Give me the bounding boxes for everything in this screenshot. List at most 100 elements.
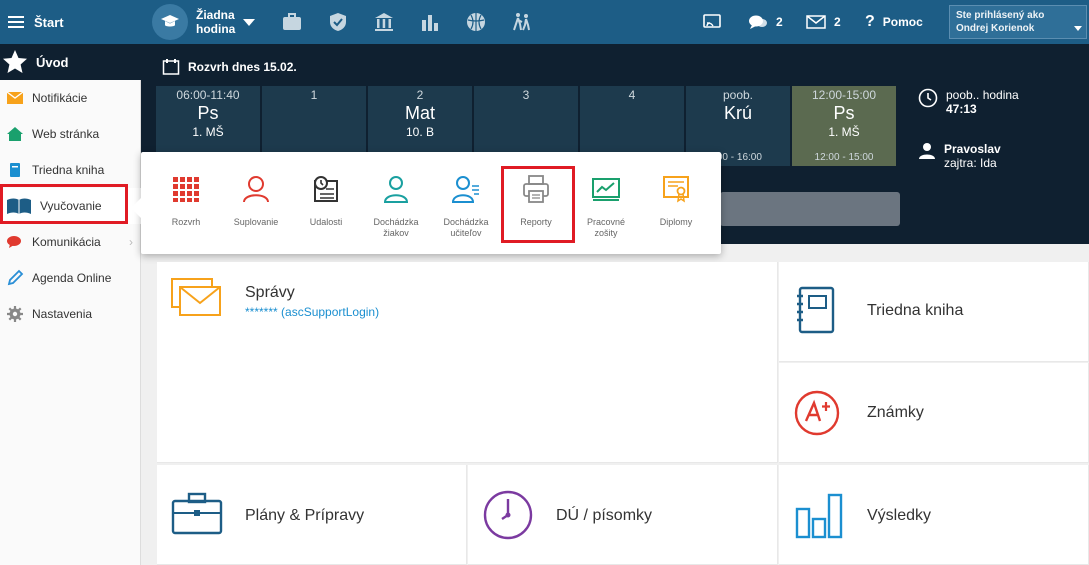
slot-time: 3 [522, 88, 530, 102]
home-icon [7, 127, 23, 141]
submenu-label: Pracovné [586, 217, 626, 227]
top-bar: Štart Žiadna hodina 2 2 ? Pomoc Ste prih… [0, 0, 1089, 44]
sidebar-item-web[interactable]: Web stránka [0, 116, 141, 152]
submenu-workbooks[interactable]: Pracovné zošity [571, 174, 641, 239]
printer-icon [523, 175, 549, 203]
tile-plans-title: Plány & Prípravy [245, 507, 365, 524]
tile-homework-title: DÚ / písomky [556, 507, 653, 524]
sidebar-item-notifications[interactable]: Notifikácie [0, 80, 141, 116]
submenu-timetable[interactable]: Rozvrh [151, 174, 221, 228]
submenu-label: Dochádzka [373, 217, 419, 227]
sidebar-item-class-book[interactable]: Triedna kniha [0, 152, 141, 188]
help-button[interactable]: ? Pomoc [865, 0, 923, 44]
slot-time: 2 [416, 88, 424, 102]
sidebar: Úvod Notifikácie Web stránka Triedna kni… [0, 44, 141, 565]
sidebar-item-communication[interactable]: Komunikácia › [0, 224, 141, 260]
hamburger-icon [8, 16, 24, 28]
submenu-label: Rozvrh [171, 217, 201, 227]
slot-subject: Mat [404, 103, 435, 123]
briefcase-icon[interactable] [281, 11, 303, 33]
submenu-substitution[interactable]: Suplovanie [221, 174, 291, 228]
tile-class-book[interactable]: Triedna kniha [779, 262, 1089, 362]
tile-homework[interactable]: DÚ / písomky [468, 465, 778, 565]
slot-class: 1. MŠ [192, 125, 224, 139]
sidebar-item-label: Notifikácie [32, 91, 88, 105]
tile-results[interactable]: Výsledky [779, 465, 1089, 565]
slot-time: poob. [722, 88, 754, 102]
sidebar-item-uvod[interactable]: Úvod [0, 44, 141, 80]
star-icon [3, 50, 27, 73]
tile-grades[interactable]: Známky [779, 363, 1089, 463]
chevron-right-icon: › [129, 235, 133, 249]
briefcase-icon [171, 492, 223, 535]
question-icon: ? [865, 13, 875, 30]
tile-messages[interactable]: Správy ******* (ascSupportLogin) [157, 262, 778, 463]
envelope-icon [806, 15, 826, 29]
student-icon [383, 176, 409, 203]
grade-a-plus-icon [794, 390, 840, 436]
notebook-icon [797, 286, 835, 334]
notebook-icon [10, 163, 20, 177]
user-logged-label: Ste prihlásený ako [956, 10, 1045, 21]
slot-time: 4 [628, 88, 636, 102]
user-dropdown[interactable]: Ste prihlásený ako Ondrej Korienok [949, 5, 1087, 39]
clock-icon [483, 490, 533, 540]
search-bar[interactable] [720, 192, 900, 226]
slot-class: 10. B [405, 125, 435, 139]
mail-count: 2 [834, 15, 841, 29]
slot-subject: Ps [197, 103, 219, 123]
next-hour-time: 47:13 [946, 102, 977, 116]
slot-subject: Krú [723, 103, 752, 123]
sidebar-item-label: Nastavenia [32, 307, 93, 321]
tile-messages-sub[interactable]: ******* (ascSupportLogin) [245, 305, 379, 319]
cast-icon [703, 14, 721, 28]
submenu-student-attendance[interactable]: Dochádzka žiakov [361, 174, 431, 239]
hour-selector[interactable]: Žiadna hodina [152, 4, 256, 40]
certificate-icon [663, 176, 689, 203]
tile-plans[interactable]: Plány & Prípravy [157, 465, 467, 565]
calendar-clock-icon [314, 176, 338, 202]
schedule-slot-current[interactable]: 12:00-15:00 Ps 1. MŠ 12:00 - 15:00 [792, 86, 896, 166]
teacher-icon [451, 176, 479, 203]
start-label: Štart [34, 14, 64, 30]
envelope-icon [6, 91, 24, 104]
bank-icon[interactable] [373, 11, 395, 33]
cast-button[interactable] [703, 0, 721, 44]
kids-walking-icon[interactable] [511, 11, 533, 33]
sidebar-uvod-label: Úvod [36, 54, 69, 70]
submenu-diplomas[interactable]: Diplomy [641, 174, 711, 228]
chat-bubbles-icon [749, 15, 767, 29]
submenu-label-2: žiakov [383, 228, 409, 238]
submenu-teacher-attendance[interactable]: Dochádzka učiteľov [431, 174, 501, 239]
gear-icon [7, 306, 23, 322]
submenu-label: Suplovanie [233, 217, 279, 227]
sidebar-item-settings[interactable]: Nastavenia [0, 296, 141, 332]
sidebar-item-label: Vyučovanie [40, 199, 102, 213]
bar-chart-icon[interactable] [419, 11, 441, 33]
bar-chart-icon [795, 493, 843, 539]
messages-button[interactable]: 2 [748, 0, 783, 44]
sidebar-item-label: Web stránka [32, 127, 100, 141]
start-menu-button[interactable]: Štart [8, 0, 64, 44]
submenu-label: Dochádzka [443, 217, 489, 227]
slot-subject: Ps [833, 103, 855, 123]
sidebar-item-label: Komunikácia [32, 235, 101, 249]
today-schedule-title: Rozvrh dnes 15.02. [162, 58, 297, 76]
shield-icon[interactable] [327, 11, 349, 33]
basketball-icon[interactable] [465, 11, 487, 33]
tomorrow-info: zajtra: Ida [944, 156, 997, 170]
mail-button[interactable]: 2 [806, 0, 841, 44]
chevron-down-icon [1074, 26, 1082, 31]
submenu-events[interactable]: Udalosti [291, 174, 361, 228]
sidebar-item-agenda[interactable]: Agenda Online [0, 260, 141, 296]
help-label: Pomoc [882, 15, 923, 29]
submenu-reports[interactable]: Reporty [501, 174, 571, 228]
next-hour-info: poob.. hodina 47:13 [918, 88, 1019, 116]
open-book-icon [7, 198, 31, 214]
slot-time: 12:00-15:00 [811, 88, 877, 102]
submenu-label: Udalosti [309, 217, 343, 227]
sidebar-item-teaching[interactable]: Vyučovanie [0, 188, 141, 224]
slot-class: 1. MŠ [828, 125, 860, 139]
hour-line1: Žiadna [196, 8, 235, 22]
pencil-icon [7, 269, 24, 286]
